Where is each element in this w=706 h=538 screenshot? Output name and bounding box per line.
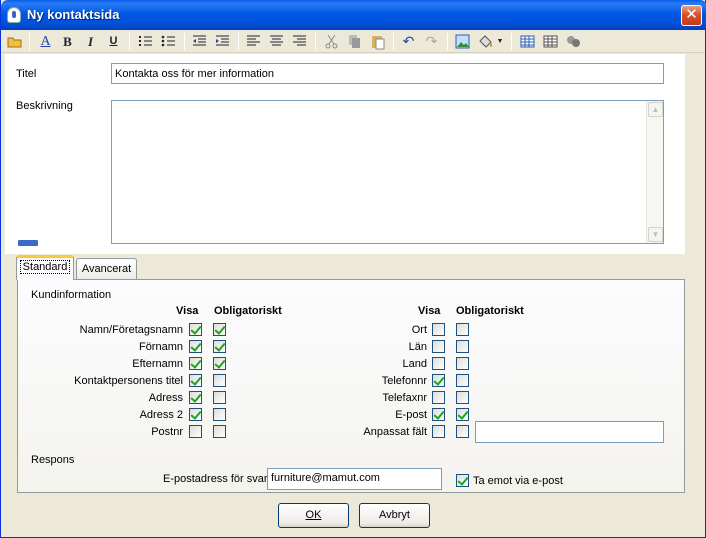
bullet-list-icon[interactable] — [160, 33, 177, 50]
indent-icon[interactable] — [214, 33, 231, 50]
epost-svar-label: E-postadress för svar — [163, 473, 268, 485]
left-visa-checkbox-2[interactable] — [189, 357, 202, 370]
tab-standard-label: Standard — [19, 260, 71, 274]
right-oblig-checkbox-2[interactable] — [456, 357, 469, 370]
right-visa-checkbox-5[interactable] — [432, 408, 445, 421]
bold-icon[interactable]: B — [59, 33, 76, 50]
chevron-down-icon[interactable]: ▼ — [495, 33, 505, 50]
left-label-5: Adress 2 — [139, 409, 183, 421]
right-oblig-checkbox-6[interactable] — [456, 425, 469, 438]
scroll-up-icon[interactable]: ▲ — [648, 102, 663, 117]
right-visa-checkbox-1[interactable] — [432, 340, 445, 353]
app-icon — [7, 7, 21, 23]
right-oblig-checkbox-3[interactable] — [456, 374, 469, 387]
beskrivning-textarea[interactable] — [111, 100, 664, 244]
right-visa-checkbox-6[interactable] — [432, 425, 445, 438]
left-visa-checkbox-5[interactable] — [189, 408, 202, 421]
right-visa-checkbox-0[interactable] — [432, 323, 445, 336]
kundinformation-heading: Kundinformation — [31, 289, 112, 301]
spellcheck-icon[interactable] — [565, 33, 582, 50]
fill-color-icon[interactable] — [477, 33, 494, 50]
paste-icon[interactable] — [369, 33, 386, 50]
left-label-3: Kontaktpersonens titel — [74, 375, 183, 387]
right-label-3: Telefonnr — [381, 375, 427, 387]
tab-avancerat[interactable]: Avancerat — [76, 258, 137, 280]
left-visa-checkbox-0[interactable] — [189, 323, 202, 336]
cut-icon[interactable] — [323, 33, 340, 50]
align-left-icon[interactable] — [245, 33, 262, 50]
window-title: Ny kontaktsida — [27, 7, 120, 22]
respons-heading: Respons — [31, 454, 75, 466]
undo-icon[interactable]: ↶ — [400, 33, 417, 50]
table-properties-icon[interactable] — [542, 33, 559, 50]
ok-button-label: OK — [305, 509, 322, 521]
epost-svar-input[interactable]: furniture@mamut.com — [267, 468, 442, 490]
ok-button[interactable]: OK — [278, 503, 349, 528]
left-label-2: Efternamn — [132, 358, 183, 370]
visa-header-left: Visa — [176, 305, 199, 317]
underline-icon[interactable]: U — [105, 33, 122, 50]
right-label-6: Anpassat fält — [363, 426, 427, 438]
titel-input[interactable] — [111, 63, 664, 84]
left-visa-checkbox-3[interactable] — [189, 374, 202, 387]
left-label-0: Namn/Företagsnamn — [79, 324, 183, 336]
left-oblig-checkbox-5[interactable] — [213, 408, 226, 421]
right-oblig-checkbox-0[interactable] — [456, 323, 469, 336]
right-label-0: Ort — [411, 324, 427, 336]
open-folder-icon[interactable] — [6, 33, 23, 50]
avbryt-button[interactable]: Avbryt — [359, 503, 430, 528]
right-oblig-checkbox-5[interactable] — [456, 408, 469, 421]
align-right-icon[interactable] — [291, 33, 308, 50]
right-visa-checkbox-2[interactable] — [432, 357, 445, 370]
left-label-1: Förnamn — [138, 341, 183, 353]
left-oblig-checkbox-1[interactable] — [213, 340, 226, 353]
right-visa-checkbox-3[interactable] — [432, 374, 445, 387]
left-oblig-checkbox-4[interactable] — [213, 391, 226, 404]
font-color-icon[interactable]: A — [37, 33, 54, 50]
italic-icon[interactable]: I — [82, 33, 99, 50]
anpassat-falt-input[interactable] — [475, 421, 664, 443]
numbered-list-icon[interactable] — [137, 33, 154, 50]
right-label-1: Län — [408, 341, 427, 353]
visa-header-right: Visa — [418, 305, 441, 317]
left-label-6: Postnr — [151, 426, 183, 438]
expand-toggle-icon[interactable] — [18, 240, 38, 246]
obligatoriskt-header-right: Obligatoriskt — [456, 305, 524, 317]
right-visa-checkbox-4[interactable] — [432, 391, 445, 404]
right-label-4: Telefaxnr — [382, 392, 427, 404]
left-label-4: Adress — [148, 392, 183, 404]
left-oblig-checkbox-0[interactable] — [213, 323, 226, 336]
redo-icon[interactable]: ↷ — [423, 33, 440, 50]
obligatoriskt-header-left: Obligatoriskt — [214, 305, 282, 317]
table-icon[interactable] — [519, 33, 536, 50]
right-label-5: E-post — [395, 409, 427, 421]
close-button[interactable]: ✕ — [681, 5, 702, 26]
editor-toolbar: A B I U ↶ ↷ ▼ — [1, 30, 705, 53]
left-oblig-checkbox-6[interactable] — [213, 425, 226, 438]
image-icon[interactable] — [454, 33, 471, 50]
copy-icon[interactable] — [346, 33, 363, 50]
ta-emot-checkbox[interactable] — [456, 474, 469, 487]
dialog-window: Ny kontaktsida ✕ A B I U ↶ ↷ ▼ Titel Kon… — [0, 0, 706, 538]
beskrivning-label: Beskrivning — [16, 100, 73, 112]
right-oblig-checkbox-1[interactable] — [456, 340, 469, 353]
avbryt-button-label: Avbryt — [379, 509, 410, 521]
tab-standard[interactable]: Standard — [16, 255, 74, 280]
outdent-icon[interactable] — [191, 33, 208, 50]
left-visa-checkbox-6[interactable] — [189, 425, 202, 438]
left-visa-checkbox-1[interactable] — [189, 340, 202, 353]
left-oblig-checkbox-2[interactable] — [213, 357, 226, 370]
scroll-down-icon[interactable]: ▼ — [648, 227, 663, 242]
beskrivning-scrollbar[interactable]: ▲ ▼ — [646, 101, 663, 243]
left-visa-checkbox-4[interactable] — [189, 391, 202, 404]
right-oblig-checkbox-4[interactable] — [456, 391, 469, 404]
align-center-icon[interactable] — [268, 33, 285, 50]
right-label-2: Land — [402, 358, 427, 370]
left-oblig-checkbox-3[interactable] — [213, 374, 226, 387]
titel-label: Titel — [16, 68, 37, 80]
title-bar[interactable]: Ny kontaktsida ✕ — [1, 0, 706, 30]
ta-emot-label: Ta emot via e-post — [473, 475, 563, 487]
